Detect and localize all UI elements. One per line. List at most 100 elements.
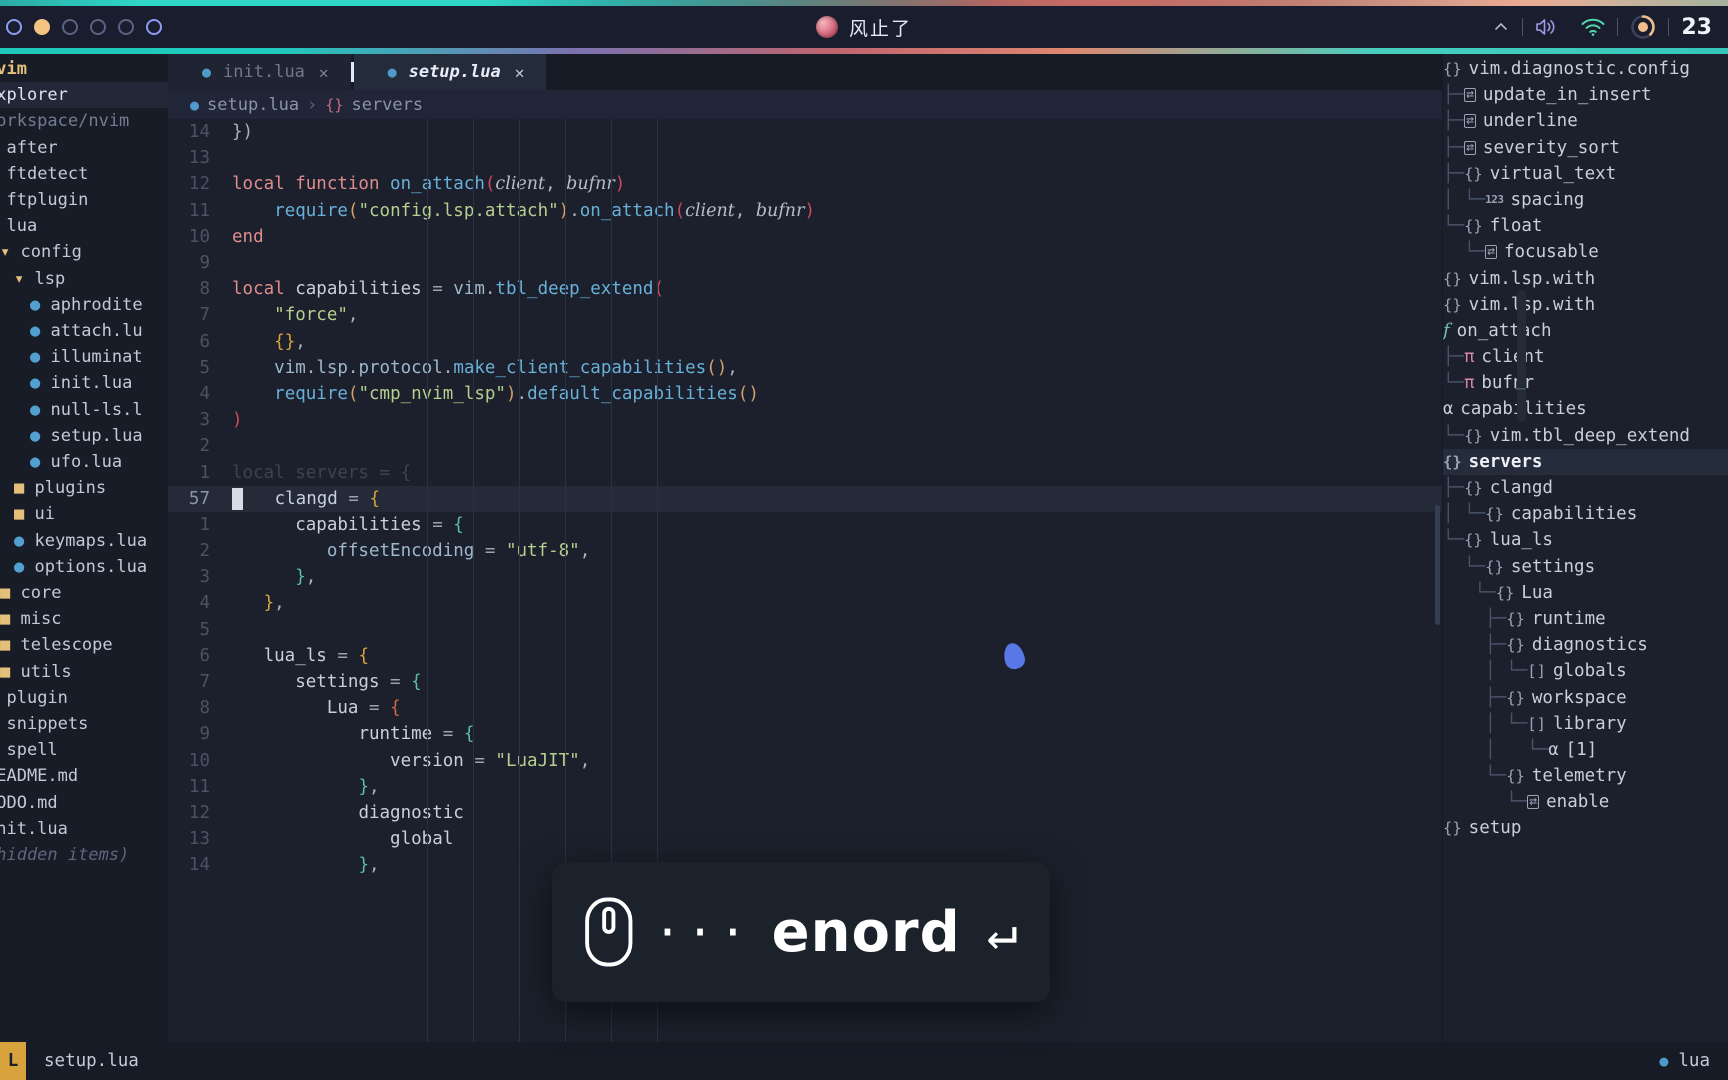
outline-item[interactable]: │ └─ 123 spacing bbox=[1443, 187, 1728, 213]
workspace-dot-2[interactable] bbox=[34, 19, 50, 35]
explorer-item[interactable]: ■ lua bbox=[0, 213, 168, 239]
code-line[interactable]: 8 Lua = { bbox=[168, 695, 1442, 721]
explorer-item[interactable]: ■ utils bbox=[0, 659, 168, 685]
code-line[interactable]: 12 diagnostic bbox=[168, 800, 1442, 826]
explorer-item[interactable]: ■ telescope bbox=[0, 632, 168, 658]
editor-scrollbar-thumb[interactable] bbox=[1435, 505, 1440, 625]
explorer-item[interactable]: ● null-ls.l bbox=[0, 397, 168, 423]
workspace-dot-4[interactable] bbox=[90, 19, 106, 35]
outline-item[interactable]: ├─ π client bbox=[1443, 344, 1728, 370]
outline-item[interactable]: │ └─[] globals bbox=[1443, 658, 1728, 684]
outline-item[interactable]: │ └─[] library bbox=[1443, 711, 1728, 737]
code-line[interactable]: 3 }, bbox=[168, 564, 1442, 590]
explorer-item[interactable]: ■ snippets bbox=[0, 711, 168, 737]
explorer-item[interactable]: README.md bbox=[0, 763, 168, 789]
explorer-item[interactable]: ● setup.lua bbox=[0, 423, 168, 449]
code-line[interactable]: 1 capabilities = { bbox=[168, 512, 1442, 538]
outline-item[interactable]: {} vim.lsp.with bbox=[1443, 292, 1728, 318]
breadcrumb-symbol[interactable]: servers bbox=[351, 95, 423, 115]
explorer-item[interactable]: ■ plugin bbox=[0, 685, 168, 711]
outline-item[interactable]: ├─{} runtime bbox=[1443, 606, 1728, 632]
explorer-item[interactable]: ■ spell bbox=[0, 737, 168, 763]
code-line[interactable]: 57 clangd = { bbox=[168, 485, 1442, 512]
code-line[interactable]: 5 bbox=[168, 617, 1442, 643]
outline-item[interactable]: └─{} telemetry bbox=[1443, 763, 1728, 789]
code-line[interactable]: 8 local capabilities = vim.tbl_deep_exten… bbox=[168, 276, 1442, 302]
explorer-item[interactable]: ● illuminat bbox=[0, 344, 168, 370]
outline-item[interactable]: └─ ⇄ focusable bbox=[1443, 239, 1728, 265]
explorer-item[interactable]: ● options.lua bbox=[0, 554, 168, 580]
outline-item[interactable]: └─{} lua_ls bbox=[1443, 527, 1728, 553]
explorer-item[interactable]: ■ core bbox=[0, 580, 168, 606]
explorer-item[interactable]: ▾ lsp bbox=[0, 266, 168, 292]
code-line[interactable]: 5 vim.lsp.protocol.make_client_capabilit… bbox=[168, 355, 1442, 381]
workspace-dot-1[interactable] bbox=[6, 19, 22, 35]
code-line[interactable]: 3) bbox=[168, 407, 1442, 433]
breadcrumb-file[interactable]: setup.lua bbox=[207, 95, 299, 115]
outline-item[interactable]: └─ ⇄ enable bbox=[1443, 789, 1728, 815]
code-line[interactable]: 13 global bbox=[168, 826, 1442, 852]
code-line[interactable]: 10 end bbox=[168, 224, 1442, 250]
code-line[interactable]: 7 settings = { bbox=[168, 669, 1442, 695]
volume-button[interactable] bbox=[1523, 6, 1569, 48]
code-line[interactable]: 4 require("cmp_nvim_lsp").default_capabi… bbox=[168, 381, 1442, 407]
code-line[interactable]: 11 require("config.lsp.attach").on_attac… bbox=[168, 198, 1442, 224]
code-line[interactable]: 9 bbox=[168, 250, 1442, 276]
code-line[interactable]: 6 {}, bbox=[168, 329, 1442, 355]
outline-item[interactable]: ├─ ⇄ update_in_insert bbox=[1443, 82, 1728, 108]
explorer-item[interactable]: ● attach.lu bbox=[0, 318, 168, 344]
wifi-button[interactable] bbox=[1569, 6, 1617, 48]
outline-tree[interactable]: {} vim.diagnostic.config ├─ ⇄ update_in_inse… bbox=[1443, 56, 1728, 842]
explorer-item[interactable]: ■ after bbox=[0, 135, 168, 161]
code-line[interactable]: 2 offsetEncoding = "utf-8", bbox=[168, 538, 1442, 564]
outline-item[interactable]: ├─ ⇄ underline bbox=[1443, 108, 1728, 134]
outline-item[interactable]: └─{} float bbox=[1443, 213, 1728, 239]
outline-item[interactable]: {} vim.diagnostic.config bbox=[1443, 56, 1728, 82]
code-line[interactable]: 1 local servers = { bbox=[168, 459, 1442, 485]
tabline[interactable]: ● init.lua ✕ ● setup.lua ✕ bbox=[168, 54, 1442, 90]
workspace-dot-3[interactable] bbox=[62, 19, 78, 35]
code-line[interactable]: 9 runtime = { bbox=[168, 721, 1442, 747]
code-line[interactable]: 2 bbox=[168, 433, 1442, 459]
code-line[interactable]: 12 local function on_attach(client, bufnr… bbox=[168, 171, 1442, 197]
tab-init-lua[interactable]: ● init.lua ✕ bbox=[168, 54, 351, 90]
outline-item[interactable]: {} vim.lsp.with bbox=[1443, 266, 1728, 292]
outline-item[interactable]: └─{} vim.tbl_deep_extend bbox=[1443, 423, 1728, 449]
outline-item[interactable]: ├─ ⇄ severity_sort bbox=[1443, 135, 1728, 161]
code-line[interactable]: 6 lua_ls = { bbox=[168, 643, 1442, 669]
outline-item[interactable]: ├─{} clangd bbox=[1443, 475, 1728, 501]
code-line[interactable]: 11 }, bbox=[168, 774, 1442, 800]
outline-item[interactable]: └─{} settings bbox=[1443, 554, 1728, 580]
explorer-item[interactable]: TODO.md bbox=[0, 790, 168, 816]
tray-expand-button[interactable] bbox=[1480, 6, 1522, 48]
outline-item[interactable]: └─{} Lua bbox=[1443, 580, 1728, 606]
code-line[interactable]: 10 version = "LuaJIT", bbox=[168, 748, 1442, 774]
explorer-item[interactable]: ● keymaps.lua bbox=[0, 528, 168, 554]
code-line[interactable]: 4 }, bbox=[168, 590, 1442, 616]
code-lines[interactable]: 14}) 13 12 local function on_attach(client,… bbox=[168, 119, 1442, 878]
explorer-item[interactable]: ▾ config bbox=[0, 239, 168, 265]
explorer-item[interactable]: ● ufo.lua bbox=[0, 449, 168, 475]
close-icon[interactable]: ✕ bbox=[319, 63, 329, 82]
clock[interactable]: 23 bbox=[1669, 15, 1720, 40]
explorer-item[interactable]: ● aphrodite bbox=[0, 292, 168, 318]
symbol-outline-panel[interactable]: — {} vim.diagnostic.config ├─ ⇄ update_in_in… bbox=[1442, 54, 1728, 1042]
workspace-switcher[interactable] bbox=[0, 19, 162, 35]
explorer-item[interactable]: ■ misc bbox=[0, 606, 168, 632]
outline-item[interactable]: ├─{} workspace bbox=[1443, 685, 1728, 711]
battery-button[interactable] bbox=[1618, 6, 1668, 48]
explorer-item[interactable]: ■ ui bbox=[0, 501, 168, 527]
outline-item[interactable]: {} setup bbox=[1443, 815, 1728, 841]
outline-item[interactable]: αcapabilities bbox=[1443, 396, 1728, 422]
code-line[interactable]: 7 "force", bbox=[168, 302, 1442, 328]
close-icon[interactable]: ✕ bbox=[515, 63, 525, 82]
explorer-item[interactable]: ● init.lua bbox=[0, 370, 168, 396]
file-explorer-panel[interactable]: nvim Explorer Workspace/nvim ■ after■ ft… bbox=[0, 54, 168, 1042]
breadcrumb[interactable]: ● setup.lua › {} servers bbox=[168, 90, 1442, 119]
explorer-item[interactable]: init.lua bbox=[0, 816, 168, 842]
explorer-item[interactable]: ■ plugins bbox=[0, 475, 168, 501]
outline-item[interactable]: ƒ on_attach bbox=[1443, 318, 1728, 344]
outline-item[interactable]: ├─{} diagnostics bbox=[1443, 632, 1728, 658]
workspace-dot-5[interactable] bbox=[118, 19, 134, 35]
outline-item[interactable]: {} servers bbox=[1443, 448, 1728, 475]
